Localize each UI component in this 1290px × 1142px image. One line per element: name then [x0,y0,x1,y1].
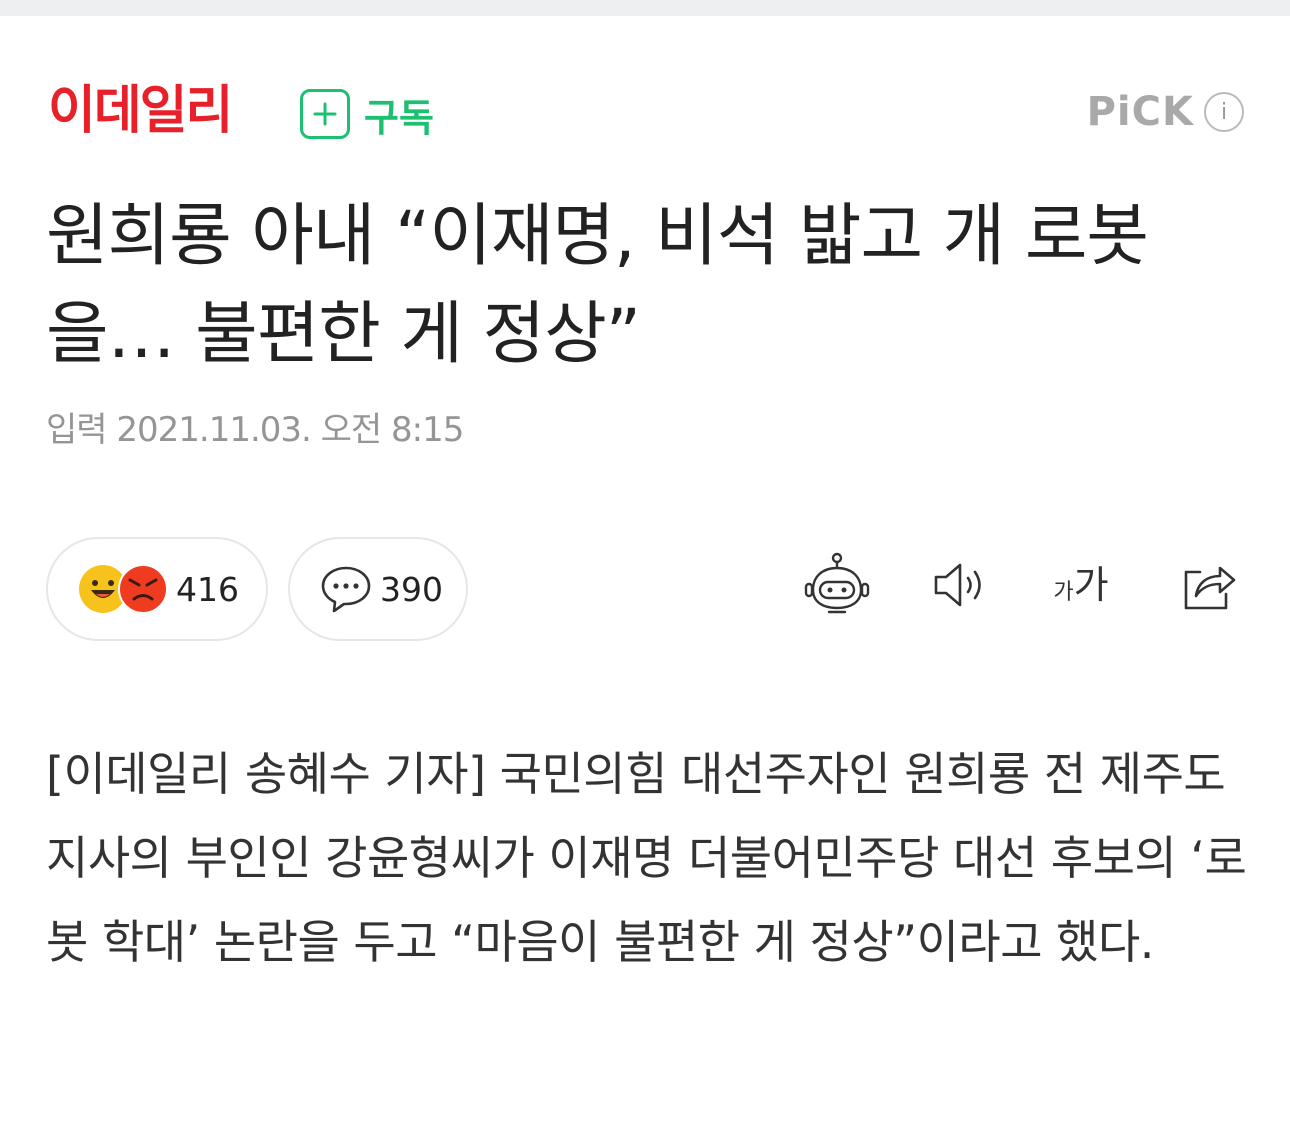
robot-icon [804,552,870,614]
article-body: [이데일리 송혜수 기자] 국민의힘 대선주자인 원희룡 전 제주도지사의 부인… [46,747,1247,969]
plus-icon [300,89,350,139]
subscribe-label: 구독 [364,95,434,140]
speaker-icon [934,563,981,607]
font-size-small-label: 가 [1053,580,1074,605]
summary-button[interactable] [802,550,872,620]
reaction-count: 416 [176,569,239,609]
subscribe-button[interactable]: 구독 [300,86,434,142]
top-status-strip [0,0,1290,16]
comment-count: 390 [380,569,443,609]
pick-badge[interactable]: PiCK i [1087,86,1244,138]
article-headline: 원희룡 아내 “이재명, 비석 밟고 개 로봇을… 불편한 게 정상” [46,197,1149,374]
info-icon[interactable]: i [1204,92,1244,132]
pick-label: PiCK [1086,89,1194,135]
comment-button[interactable]: 390 [288,537,468,641]
font-size-large-label: 가 [1073,563,1109,607]
share-icon [1184,566,1236,610]
publisher-logo[interactable]: 이데일리 [48,80,233,142]
publish-date: 입력 2021.11.03. 오전 8:15 [46,410,464,450]
share-button[interactable] [1172,550,1242,620]
text-to-speech-button[interactable] [926,550,996,620]
comment-bubble-icon [321,566,371,613]
reaction-button[interactable]: 416 [46,537,268,641]
font-size-icon: 가 가 [1053,564,1108,606]
angry-emoji-icon [118,564,168,614]
font-size-button[interactable]: 가 가 [1046,550,1116,620]
